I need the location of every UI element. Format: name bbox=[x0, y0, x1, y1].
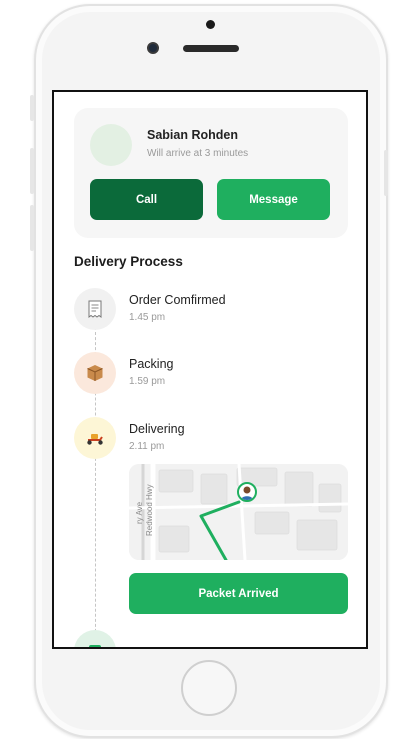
driver-name: Sabian Rohden bbox=[147, 128, 238, 142]
packet-arrived-button[interactable]: Packet Arrived bbox=[129, 573, 348, 614]
receipt-icon bbox=[74, 288, 116, 330]
driver-eta: Will arrive at 3 minutes bbox=[147, 148, 249, 159]
package-icon bbox=[74, 352, 116, 394]
message-button[interactable]: Message bbox=[217, 179, 330, 220]
call-button[interactable]: Call bbox=[90, 179, 203, 220]
step-title: Delivering bbox=[129, 422, 185, 436]
home-button[interactable] bbox=[181, 660, 237, 716]
volume-down-button bbox=[30, 205, 34, 251]
road-label: ry Ave bbox=[135, 501, 144, 524]
delivery-process-title: Delivery Process bbox=[74, 254, 183, 269]
step-time: 1.59 pm bbox=[129, 376, 166, 387]
volume-up-button bbox=[30, 148, 34, 194]
mute-switch bbox=[30, 95, 34, 121]
step-time: 2.11 pm bbox=[129, 441, 165, 452]
delivery-map[interactable]: ry Ave Redwood Hwy bbox=[129, 464, 348, 560]
driver-avatar bbox=[90, 124, 132, 166]
earpiece-speaker bbox=[183, 45, 239, 52]
front-camera bbox=[147, 42, 159, 54]
road-label: Redwood Hwy bbox=[145, 484, 154, 536]
step-title: Order Comfirmed bbox=[129, 293, 226, 307]
step-time: 1.45 pm bbox=[129, 312, 166, 323]
scooter-icon bbox=[74, 417, 116, 459]
app-screen: Sabian Rohden Will arrive at 3 minutes C… bbox=[52, 90, 368, 649]
driver-card: Sabian Rohden Will arrive at 3 minutes C… bbox=[74, 108, 348, 238]
power-button bbox=[384, 150, 388, 196]
driver-map-marker[interactable] bbox=[237, 482, 257, 502]
top-sensor bbox=[206, 20, 215, 29]
check-icon bbox=[74, 630, 116, 647]
step-title: Packing bbox=[129, 357, 174, 371]
